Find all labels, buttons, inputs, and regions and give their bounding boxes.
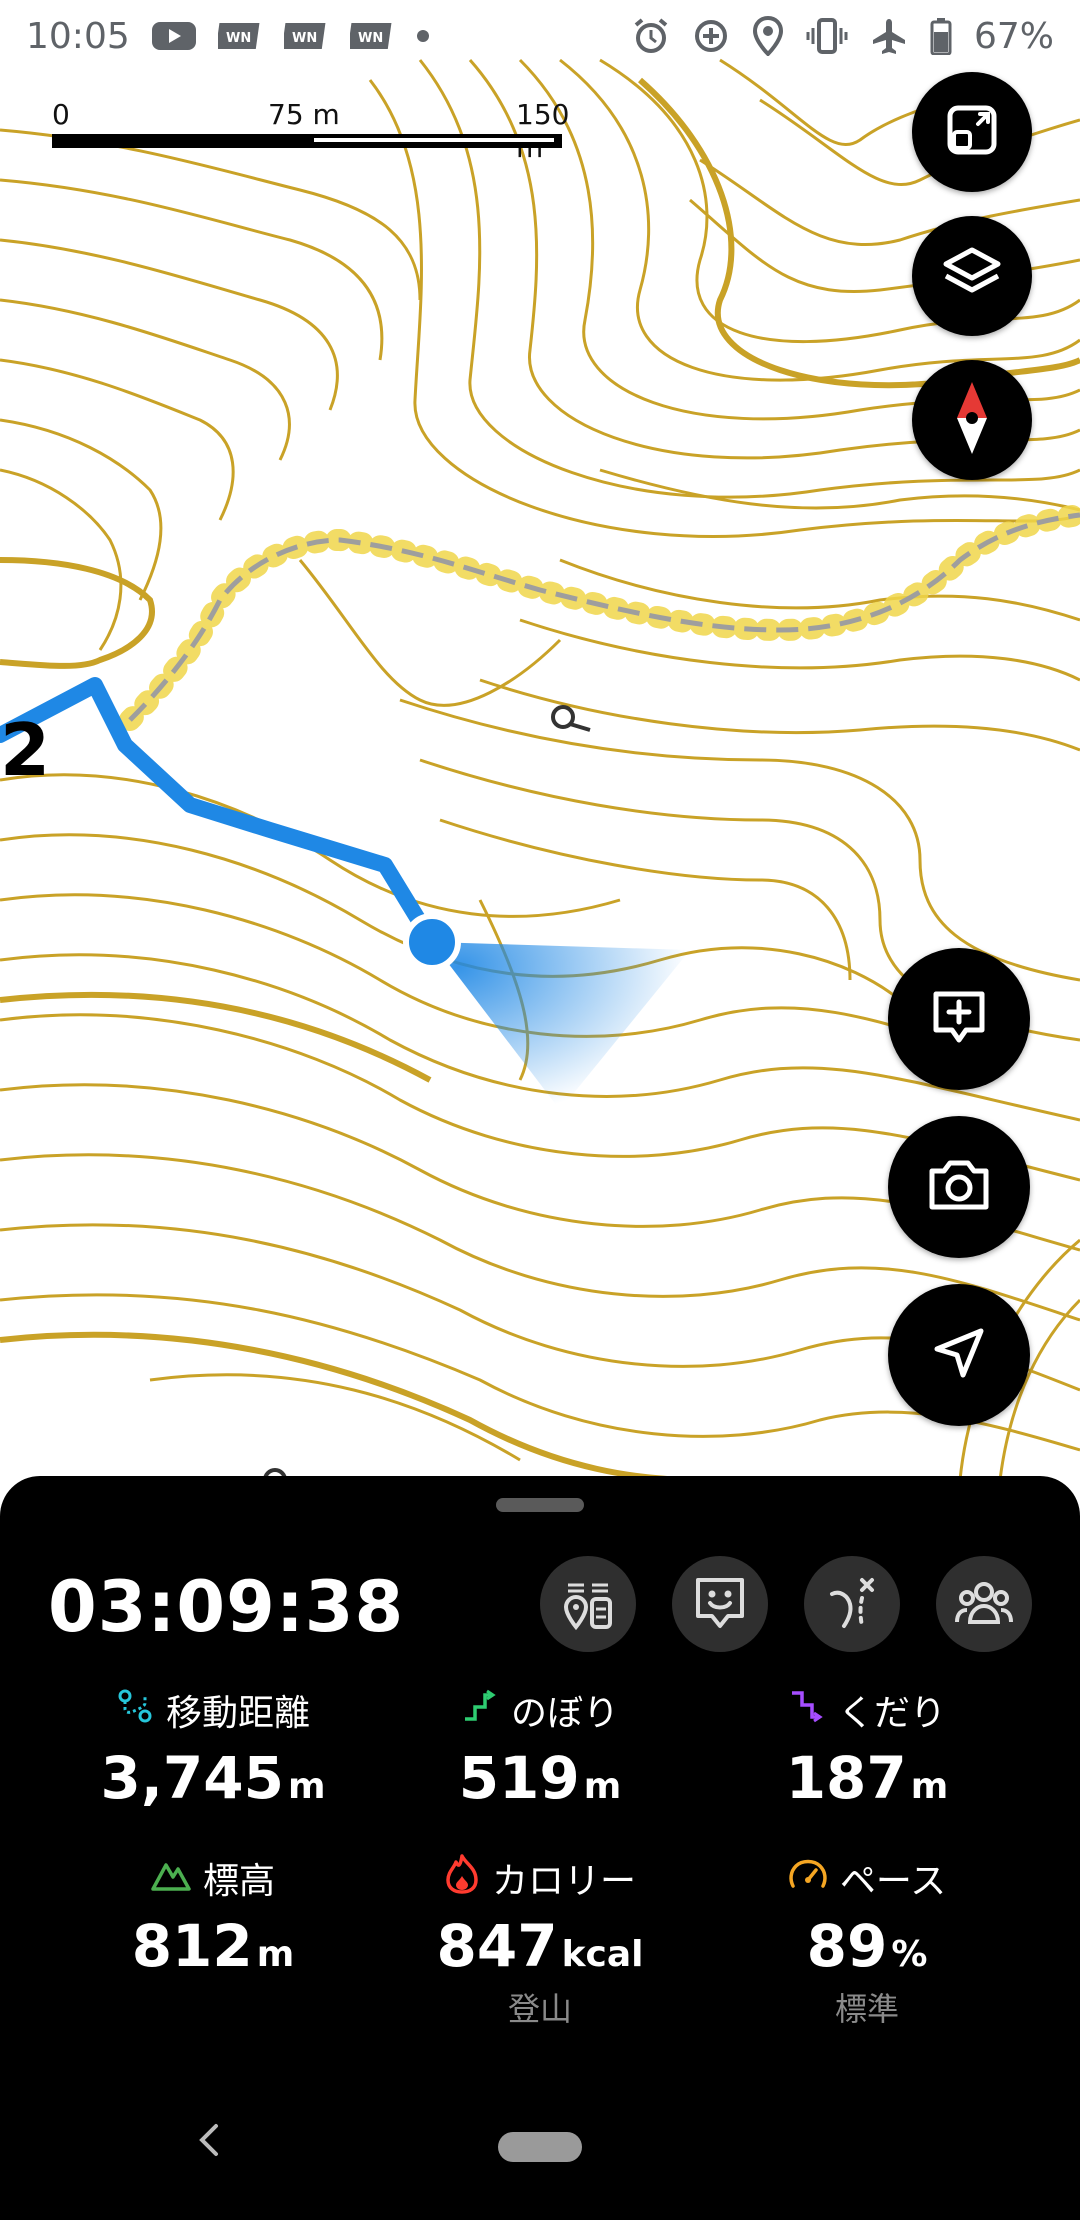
distance-label: 移動距離 [165,1693,310,1734]
fit-screen-button[interactable] [912,72,1032,192]
svg-text:WN: WN [292,31,317,46]
pace-label: ペース [839,1861,947,1902]
back-icon[interactable] [196,2120,220,2170]
group-icon [953,1574,1015,1634]
location-icon [752,16,784,56]
descent-icon [788,1687,826,1734]
app-icon: WN [283,19,328,53]
ascent-label: のぼり [510,1693,619,1734]
scale-bar: 0 75 m 150 m [52,98,572,164]
altitude-label: 標高 [202,1861,275,1902]
group-button[interactable] [936,1556,1032,1652]
layers-icon [940,242,1004,310]
mountain-icon [151,1857,191,1900]
camera-icon [926,1157,992,1217]
pace-unit: % [891,1934,928,1975]
app-icon: WN [349,19,394,53]
topographic-map [0,0,1080,1492]
scale-label-mid: 75 m [268,98,340,131]
checkpoint-button[interactable] [540,1556,636,1652]
svg-text:WN: WN [226,31,251,46]
speedometer-icon [788,1856,828,1901]
elapsed-time: 03:09:38 [48,1566,405,1648]
distance-icon [116,1687,154,1734]
distance-stat: 移動距離 3,745 m [48,1684,378,1812]
ascent-stat: のぼり 519 m [375,1684,705,1812]
face-icon [690,1572,750,1636]
sheet-handle[interactable] [496,1498,584,1512]
add-memo-icon [928,986,990,1052]
flame-icon [444,1853,480,1903]
calorie-label: カロリー [491,1861,636,1902]
ascent-icon [461,1687,499,1734]
scale-label-zero: 0 [52,98,70,131]
add-memo-button[interactable] [888,948,1030,1090]
airplane-icon [870,17,908,55]
calorie-stat: カロリー 847 kcal 登山 [375,1852,705,2030]
navigation-button[interactable] [888,1284,1030,1426]
status-time: 10:05 [26,15,130,57]
distance-value: 3,745 [100,1744,284,1812]
compass-icon [947,378,997,462]
altitude-unit: m [256,1934,295,1975]
fit-screen-icon [942,100,1002,164]
scale-line [52,134,562,148]
home-pill[interactable] [498,2132,582,2162]
distance-unit: m [287,1766,326,1807]
descent-stat: くだり 187 m [702,1684,1032,1812]
route-icon [822,1572,882,1636]
vibrate-icon [806,18,848,54]
navigation-arrow-icon [929,1323,989,1387]
layers-button[interactable] [912,216,1032,336]
status-bar: 10:05 WN WN WN 67% [0,0,1080,72]
alarm-icon [632,17,670,55]
descent-unit: m [910,1766,949,1807]
pace-stat: ペース 89% 標準 [702,1852,1032,2030]
scale-label-max: 150 m [516,98,570,164]
pace-value: 89 [806,1912,888,1980]
camera-button[interactable] [888,1116,1030,1258]
youtube-icon [151,20,196,52]
dot-icon [416,29,430,43]
pace-level: 標準 [834,1990,899,2028]
altitude-value: 812 [131,1912,253,1980]
altitude-stat: 標高 812 m [48,1852,378,1980]
descent-value: 187 [785,1744,907,1812]
calorie-value: 847 [436,1912,558,1980]
data-saver-icon [692,17,730,55]
map-view[interactable]: 2 0 75 m 150 m [0,0,1080,1492]
route-button[interactable] [804,1556,900,1652]
system-nav-bar [0,2100,1080,2220]
calorie-unit: kcal [561,1934,644,1975]
battery-icon [930,17,952,55]
calorie-activity-type: 登山 [507,1990,572,2028]
app-icon: WN [217,19,262,53]
map-waypoint-number: 2 [0,708,51,792]
checkpoint-icon [558,1571,618,1637]
activity-actions [540,1556,1032,1652]
compass-button[interactable] [912,360,1032,480]
battery-percent: 67% [973,15,1054,57]
ascent-unit: m [583,1766,622,1807]
descent-label: くだり [837,1693,946,1734]
ascent-value: 519 [458,1744,580,1812]
svg-text:WN: WN [358,31,383,46]
report-button[interactable] [672,1556,768,1652]
